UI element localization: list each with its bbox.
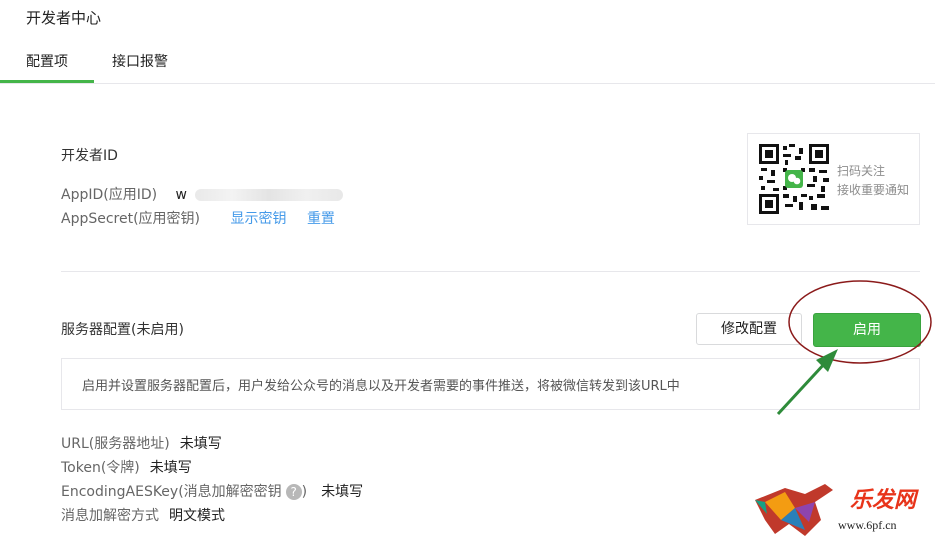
url-value: 未填写 <box>179 436 222 452</box>
url-label: URL(服务器地址) <box>61 436 170 452</box>
aeskey-row: EncodingAESKey(消息加解密密钥?) 未填写 <box>61 481 363 501</box>
enable-button[interactable]: 启用 <box>813 313 921 347</box>
qr-card: 扫码关注 接收重要通知 <box>747 133 920 225</box>
watermark-title: 乐发网 <box>850 487 917 513</box>
notice-text: 启用并设置服务器配置后，用户发给公众号的消息以及开发者需要的事件推送，将被微信转… <box>82 379 680 394</box>
qr-text-scan: 扫码关注 <box>837 164 886 178</box>
help-icon[interactable]: ? <box>285 484 302 500</box>
encryption-mode-row: 消息加解密方式 明文模式 <box>61 505 225 525</box>
page-title: 开发者中心 <box>26 9 102 27</box>
watermark-url: www.6pf.cn <box>838 518 897 532</box>
show-secret-link[interactable]: 显示密钥 <box>230 211 286 227</box>
server-config-title: 服务器配置(未启用) <box>61 322 184 338</box>
appid-blurred <box>195 189 343 201</box>
reset-secret-link[interactable]: 重置 <box>307 211 335 227</box>
developer-id-title: 开发者ID <box>61 148 118 164</box>
appid-row: AppID(应用ID) w <box>61 184 343 204</box>
appid-label: AppID(应用ID) <box>61 187 158 203</box>
server-notice: 启用并设置服务器配置后，用户发给公众号的消息以及开发者需要的事件推送，将被微信转… <box>61 358 920 410</box>
token-row: Token(令牌) 未填写 <box>61 457 192 477</box>
section-divider <box>61 271 920 272</box>
encryption-mode-value: 明文模式 <box>169 508 225 524</box>
watermark-logo <box>755 484 833 536</box>
appsecret-label: AppSecret(应用密钥) <box>61 211 201 227</box>
tab-bar: 配置项 接口报警 <box>0 47 935 84</box>
qr-code <box>759 144 829 214</box>
tab-config[interactable]: 配置项 <box>0 51 94 83</box>
tab-alerts[interactable]: 接口报警 <box>112 51 168 71</box>
appsecret-row: AppSecret(应用密钥) 显示密钥 重置 <box>61 208 335 228</box>
appid-value: w <box>175 187 187 203</box>
qr-text-notify: 接收重要通知 <box>837 183 910 197</box>
aeskey-value: 未填写 <box>321 484 364 500</box>
encryption-mode-label: 消息加解密方式 <box>61 508 159 524</box>
modify-config-button[interactable]: 修改配置 <box>696 313 802 345</box>
token-label: Token(令牌) <box>61 460 140 476</box>
url-row: URL(服务器地址) 未填写 <box>61 433 222 453</box>
aeskey-label: EncodingAESKey(消息加解密密钥 <box>61 484 282 500</box>
aeskey-label-close: ) <box>301 484 308 500</box>
token-value: 未填写 <box>149 460 192 476</box>
